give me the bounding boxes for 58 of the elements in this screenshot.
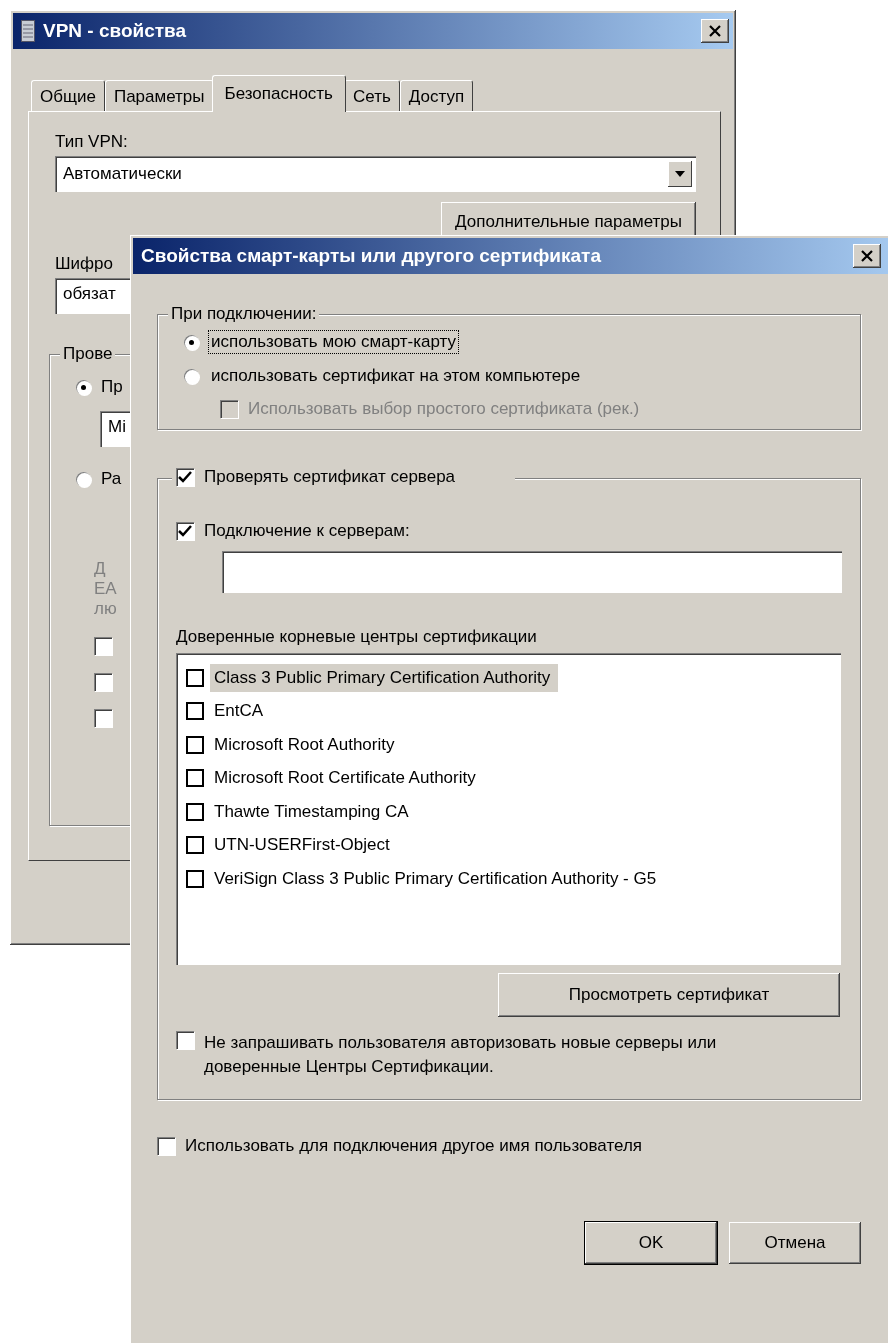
list-item[interactable]: VeriSign Class 3 Public Primary Certification Authority - G5 xyxy=(210,864,665,893)
server-icon xyxy=(21,20,35,42)
vpn-type-dropdown[interactable]: Автоматически xyxy=(55,156,696,192)
list-item[interactable]: UTN-USERFirst-Object xyxy=(210,831,398,860)
checkbox[interactable] xyxy=(186,802,204,821)
radio-label: Ра xyxy=(101,469,122,489)
radio-label: Пр xyxy=(101,377,123,397)
tab[interactable]: Доступ xyxy=(399,80,474,111)
servers-input-field[interactable] xyxy=(222,551,842,593)
field-label: Шифро xyxy=(55,254,113,274)
checkbox[interactable] xyxy=(186,836,204,855)
close-button[interactable] xyxy=(701,19,729,43)
close-button[interactable] xyxy=(853,244,881,268)
hint-text: лю xyxy=(94,599,118,619)
field-label: Тип VPN: xyxy=(55,132,128,152)
radio-button[interactable] xyxy=(184,368,199,384)
hint-text: Д xyxy=(94,559,107,579)
list-item[interactable]: EntCA xyxy=(210,697,272,726)
ok-button[interactable]: OK xyxy=(585,1222,717,1264)
list-item[interactable]: Thawte Timestamping CA xyxy=(210,797,417,826)
checkbox[interactable] xyxy=(186,869,204,888)
radio-button[interactable] xyxy=(76,379,91,395)
radio-label: использовать мою смарт-карту xyxy=(209,331,458,353)
checkbox-label: Подключение к серверам: xyxy=(204,521,410,541)
tab[interactable]: Общие xyxy=(31,80,105,111)
view-certificate-button[interactable]: Просмотреть сертификат xyxy=(498,973,840,1017)
close-icon xyxy=(860,250,874,262)
close-icon xyxy=(708,25,722,37)
tab[interactable]: Безопасность xyxy=(211,75,346,112)
cancel-button[interactable]: Отмена xyxy=(729,1222,861,1264)
radio-button[interactable] xyxy=(184,334,199,350)
radio-label: использовать сертификат на этом компьютере xyxy=(210,365,582,387)
group-label: При подключении: xyxy=(168,304,320,324)
checkbox-label: Проверять сертификат сервера xyxy=(204,467,456,487)
window-title: VPN - свойства xyxy=(43,20,188,42)
checkbox[interactable] xyxy=(176,1031,194,1049)
checkbox[interactable] xyxy=(186,769,204,788)
checkbox[interactable] xyxy=(94,637,112,655)
list-label: Доверенные корневые центры сертификации xyxy=(176,627,538,647)
checkbox[interactable] xyxy=(157,1137,175,1155)
checkbox[interactable] xyxy=(186,668,204,687)
radio-button[interactable] xyxy=(76,471,91,487)
list-item[interactable]: Microsoft Root Certificate Authority xyxy=(210,764,484,793)
group-label: Прове xyxy=(60,344,116,364)
checkbox[interactable] xyxy=(176,468,194,486)
list-item[interactable]: Class 3 Public Primary Certification Authority xyxy=(210,663,559,692)
list-item[interactable]: Microsoft Root Authority xyxy=(210,730,403,759)
hint-text: EA xyxy=(94,579,118,599)
checkbox[interactable] xyxy=(186,735,204,754)
checkbox[interactable] xyxy=(94,709,112,727)
checkbox[interactable] xyxy=(176,522,194,540)
checkbox-label: Использовать выбор простого сертификата (рек.) xyxy=(248,399,640,419)
checkbox[interactable] xyxy=(186,702,204,721)
checkbox-label: Использовать для подключения другое имя пользователя xyxy=(185,1136,643,1156)
tab[interactable]: Сеть xyxy=(344,80,400,111)
window-title: Свойства смарт-карты или другого сертификата xyxy=(141,245,602,267)
checkbox-label: Не запрашивать пользователя авторизовать новые серверы или доверенные Центры Сертификации. xyxy=(204,1032,718,1078)
checkbox[interactable] xyxy=(94,673,112,691)
